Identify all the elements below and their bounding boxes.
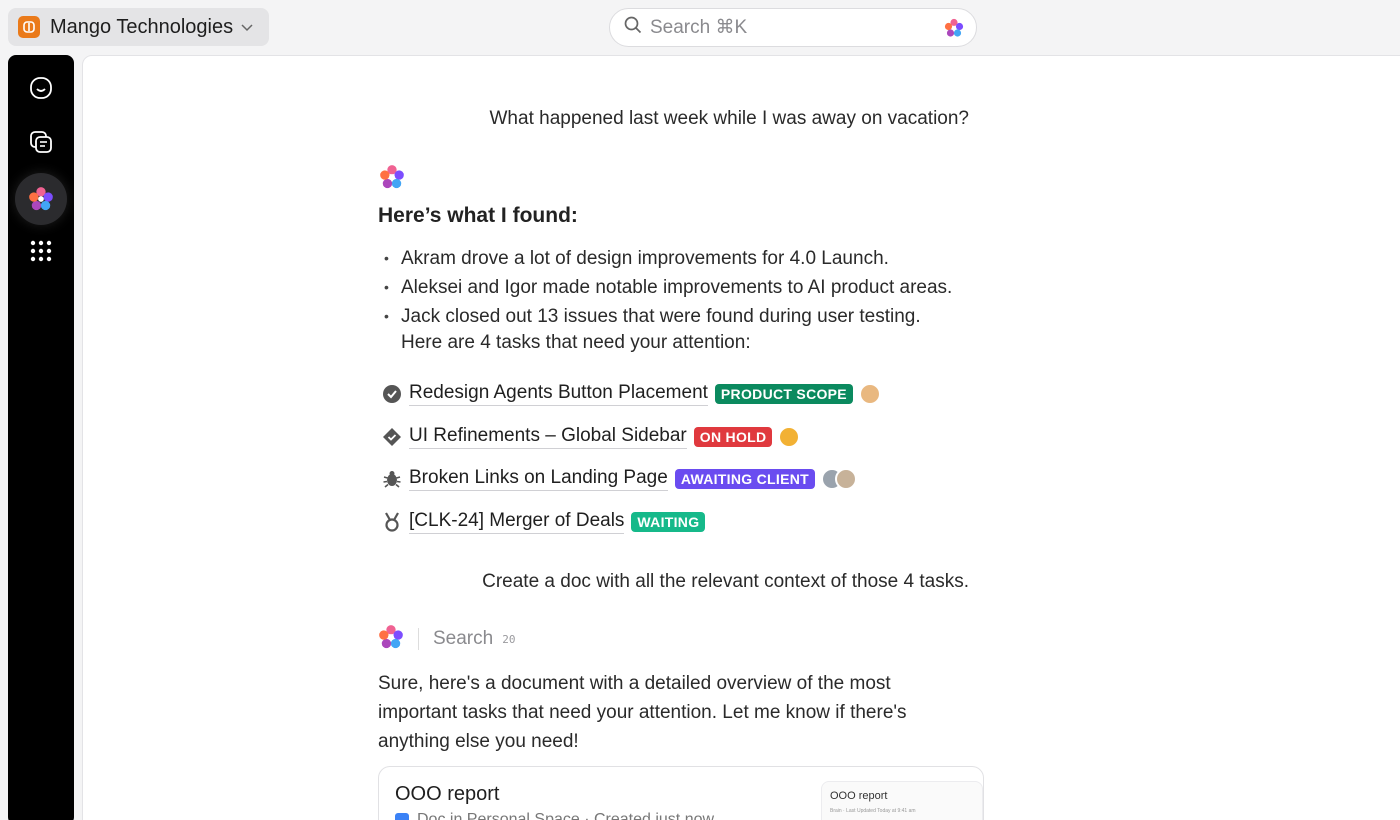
task-link[interactable]: UI Refinements – Global Sidebar — [409, 425, 687, 449]
task-link[interactable]: [CLK-24] Merger of Deals — [409, 510, 625, 534]
status-badge: WAITING — [631, 512, 706, 532]
status-badge: AWAITING CLIENT — [674, 469, 815, 489]
doc-preview: OOO report Brain · Last Updated Today at… — [821, 781, 983, 820]
doc-meta: Doc in Personal Space · Created just now — [395, 811, 714, 820]
summary-list: Akram drove a lot of design improvements… — [384, 244, 952, 331]
avatar[interactable] — [834, 468, 857, 490]
medal-icon — [381, 511, 403, 533]
diamond-check-icon — [381, 426, 403, 448]
task-link[interactable]: Broken Links on Landing Page — [409, 467, 668, 491]
user-message: What happened last week while I was away… — [489, 108, 970, 129]
search-step-count: 20 — [502, 632, 516, 646]
task-row: UI Refinements – Global Sidebar ON HOLD — [381, 423, 801, 451]
list-item: Jack closed out 13 issues that were foun… — [384, 302, 952, 331]
doc-preview-line: Brain · Last Updated Today at 9:41 am — [830, 808, 916, 814]
doc-preview-title: OOO report — [830, 790, 888, 802]
ai-avatar-icon — [379, 164, 405, 195]
ai-avatar-icon — [378, 624, 404, 655]
doc-card[interactable]: OOO report Doc in Personal Space · Creat… — [378, 766, 984, 820]
left-sidebar — [8, 55, 74, 820]
apps-grid-icon[interactable] — [24, 234, 58, 268]
doc-meta-text: Doc in Personal Space · Created just now — [417, 811, 715, 820]
ai-brain-icon[interactable] — [24, 182, 58, 216]
doc-title: OOO report — [395, 783, 500, 805]
global-search[interactable]: Search ⌘K — [609, 8, 977, 47]
avatar[interactable] — [858, 383, 881, 405]
status-badge: PRODUCT SCOPE — [714, 384, 853, 404]
workspace-logo-icon — [18, 16, 40, 38]
top-bar: Mango Technologies Search ⌘K — [0, 0, 1400, 56]
list-item: Aleksei and Igor made notable improvemen… — [384, 273, 952, 302]
list-item: Akram drove a lot of design improvements… — [384, 244, 952, 273]
home-icon[interactable] — [24, 71, 58, 105]
task-row: Broken Links on Landing Page AWAITING CL… — [381, 465, 857, 493]
ai-reply: Sure, here's a document with a detailed … — [378, 673, 907, 752]
task-link[interactable]: Redesign Agents Button Placement — [409, 382, 708, 406]
search-placeholder: Search ⌘K — [650, 17, 748, 38]
ai-brain-icon[interactable] — [944, 18, 964, 43]
check-circle-icon — [381, 383, 403, 405]
ai-search-step[interactable]: Search 20 — [378, 624, 516, 655]
task-row: [CLK-24] Merger of Deals WAITING — [381, 508, 706, 536]
search-icon — [624, 16, 642, 39]
search-step-label: Search — [433, 628, 494, 649]
bug-icon — [381, 468, 403, 490]
avatar[interactable] — [778, 426, 801, 448]
task-row: Redesign Agents Button Placement PRODUCT… — [381, 380, 881, 408]
response-heading: Here’s what I found: — [378, 204, 578, 227]
chat-icon[interactable] — [24, 125, 58, 159]
user-message: Create a doc with all the relevant conte… — [482, 571, 969, 592]
status-badge: ON HOLD — [693, 427, 773, 447]
attention-text: Here are 4 tasks that need your attentio… — [401, 332, 751, 353]
workspace-switcher[interactable]: Mango Technologies — [8, 8, 269, 46]
divider — [418, 628, 419, 650]
chevron-down-icon — [241, 20, 253, 35]
workspace-name: Mango Technologies — [50, 15, 234, 38]
doc-icon — [395, 813, 409, 820]
